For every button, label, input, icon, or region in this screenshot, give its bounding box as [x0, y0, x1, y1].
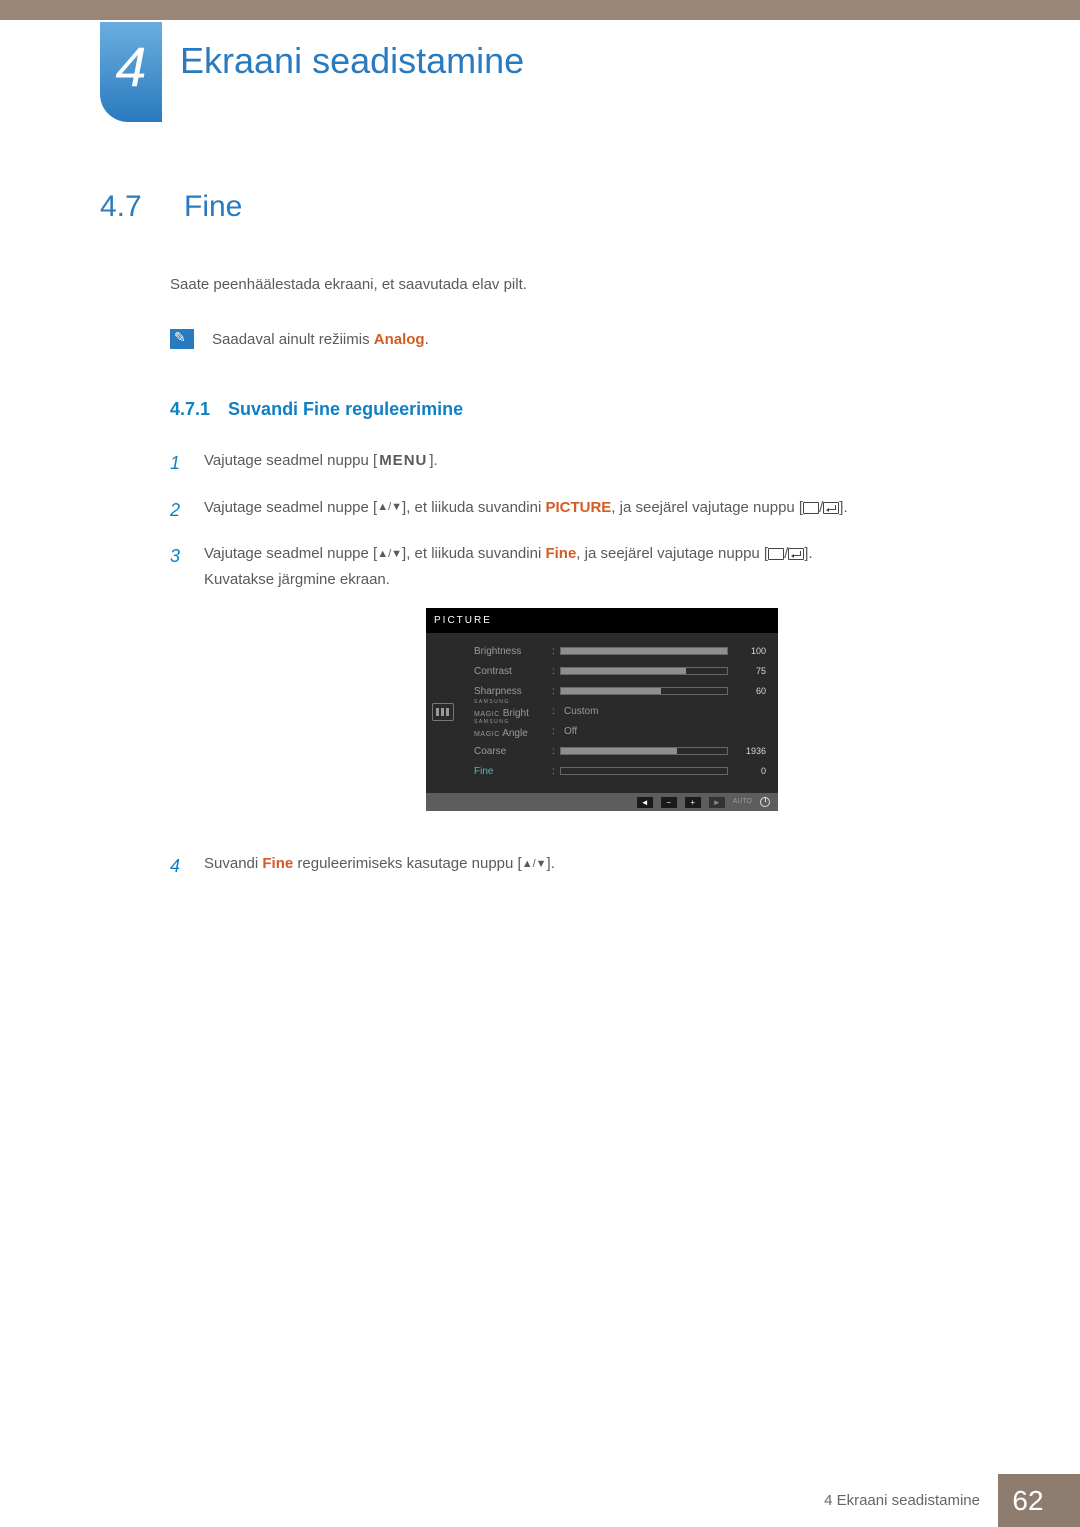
content-area: 4.7 Fine Saate peenhäälestada ekraani, e…: [100, 190, 1000, 898]
osd-row-sharpness: Sharpness : 60: [474, 681, 766, 701]
subsection-heading: 4.7.1 Suvandi Fine reguleerimine: [170, 399, 1000, 420]
t: Vajutage seadmel nuppu [: [204, 452, 377, 469]
top-bar: [0, 0, 1080, 20]
keyword-picture: PICTURE: [545, 499, 611, 516]
chapter-title: Ekraani seadistamine: [180, 40, 524, 82]
t: ], et liikuda suvandini: [402, 545, 545, 562]
osd-menu: PICTURE Brightness : 100: [426, 608, 778, 811]
osd-back-icon: ◄: [637, 797, 653, 808]
osd-minus-icon: −: [661, 797, 677, 808]
footer-decoration: [1058, 1474, 1080, 1527]
t: Vajutage seadmel nuppe [: [204, 545, 377, 562]
enter-icon: [823, 502, 839, 514]
note: Saadaval ainult režiimis Analog.: [170, 329, 1000, 349]
osd-slider: [560, 667, 728, 675]
up-down-icon: ▲/▼: [377, 502, 402, 513]
osd-picture-icon: [432, 703, 454, 721]
subsection-title: Suvandi Fine reguleerimine: [228, 399, 463, 420]
step-number: 3: [170, 541, 184, 835]
menu-key-icon: MENU: [377, 448, 429, 474]
subsection-number: 4.7.1: [170, 399, 210, 420]
note-suffix: .: [425, 331, 429, 348]
osd-label-selected: Fine: [474, 763, 552, 780]
footer-chapter-label: 4 Ekraani seadistamine: [806, 1474, 998, 1527]
osd-label: Brightness: [474, 643, 552, 660]
osd-play-icon: ►: [709, 797, 725, 808]
t: ].: [804, 545, 812, 562]
enter-icon: [788, 548, 804, 560]
source-icon: [803, 502, 819, 514]
page: 4 Ekraani seadistamine 4.7 Fine Saate pe…: [0, 0, 1080, 1527]
note-icon: [170, 329, 194, 349]
step-2: 2 Vajutage seadmel nuppe [▲/▼], et liiku…: [170, 495, 1000, 526]
step-3-after: Kuvatakse järgmine ekraan.: [204, 571, 390, 588]
step-text: Vajutage seadmel nuppe [▲/▼], et liikuda…: [204, 495, 1000, 526]
osd-text-value: Custom: [560, 703, 734, 720]
section-title: Fine: [184, 190, 242, 224]
step-number: 2: [170, 495, 184, 526]
step-number: 4: [170, 851, 184, 882]
t: Vajutage seadmel nuppe [: [204, 499, 377, 516]
osd-slider: [560, 747, 728, 755]
osd-header: PICTURE: [426, 608, 778, 633]
step-text: Vajutage seadmel nuppu [MENU].: [204, 448, 1000, 479]
osd-text-value: Off: [560, 723, 734, 740]
up-down-icon: ▲/▼: [522, 859, 547, 870]
section-number: 4.7: [100, 190, 152, 224]
keyword-fine: Fine: [262, 855, 293, 872]
t: Suvandi: [204, 855, 262, 872]
osd-value: 0: [734, 764, 766, 779]
osd-body: Brightness : 100 Contrast :: [426, 633, 778, 793]
t: ].: [429, 452, 437, 469]
osd-auto-label: AUTO: [733, 796, 752, 808]
step-4: 4 Suvandi Fine reguleerimiseks kasutage …: [170, 851, 1000, 882]
osd-slider: [560, 767, 728, 775]
chapter-number-badge: 4: [100, 22, 162, 122]
page-footer: 4 Ekraani seadistamine 62: [0, 1474, 1080, 1527]
steps-list: 1 Vajutage seadmel nuppu [MENU]. 2 Vajut…: [170, 448, 1000, 882]
osd-value: 75: [734, 664, 766, 679]
osd-slider: [560, 687, 728, 695]
t: ], et liikuda suvandini: [402, 499, 545, 516]
osd-value: 1936: [734, 744, 766, 759]
t: , ja seejärel vajutage nuppu [: [576, 545, 768, 562]
osd-label: SAMSUNGMAGIC Angle: [474, 720, 552, 742]
osd-screenshot: PICTURE Brightness : 100: [426, 608, 778, 811]
source-icon: [768, 548, 784, 560]
osd-row-magic-angle: SAMSUNGMAGIC Angle : Off: [474, 721, 766, 741]
section-heading: 4.7 Fine: [100, 190, 1000, 224]
t: ].: [839, 499, 847, 516]
step-1: 1 Vajutage seadmel nuppu [MENU].: [170, 448, 1000, 479]
note-prefix: Saadaval ainult režiimis: [212, 331, 374, 348]
t: reguleerimiseks kasutage nuppu [: [293, 855, 521, 872]
osd-power-icon: [760, 797, 770, 807]
keyword-fine: Fine: [545, 545, 576, 562]
note-text: Saadaval ainult režiimis Analog.: [212, 331, 429, 348]
osd-slider: [560, 647, 728, 655]
osd-value: 100: [734, 644, 766, 659]
step-number: 1: [170, 448, 184, 479]
footer-page-number: 62: [998, 1474, 1058, 1527]
t: , ja seejärel vajutage nuppu [: [611, 499, 803, 516]
osd-label: Contrast: [474, 663, 552, 680]
osd-label: Sharpness: [474, 683, 552, 700]
osd-row-contrast: Contrast : 75: [474, 661, 766, 681]
osd-footer: ◄ − + ► AUTO: [426, 793, 778, 811]
up-down-icon: ▲/▼: [377, 549, 402, 560]
step-text: Suvandi Fine reguleerimiseks kasutage nu…: [204, 851, 1000, 882]
osd-plus-icon: +: [685, 797, 701, 808]
osd-row-magic-bright: SAMSUNGMAGIC Bright : Custom: [474, 701, 766, 721]
step-text: Vajutage seadmel nuppe [▲/▼], et liikuda…: [204, 541, 1000, 835]
osd-label: Coarse: [474, 743, 552, 760]
note-keyword: Analog: [374, 331, 425, 348]
section-intro: Saate peenhäälestada ekraani, et saavuta…: [170, 276, 1000, 293]
osd-row-coarse: Coarse : 1936: [474, 741, 766, 761]
t: ].: [547, 855, 555, 872]
step-3: 3 Vajutage seadmel nuppe [▲/▼], et liiku…: [170, 541, 1000, 835]
osd-row-brightness: Brightness : 100: [474, 641, 766, 661]
osd-rows: Brightness : 100 Contrast :: [474, 641, 766, 781]
osd-value: 60: [734, 684, 766, 699]
osd-row-fine: Fine : 0: [474, 761, 766, 781]
